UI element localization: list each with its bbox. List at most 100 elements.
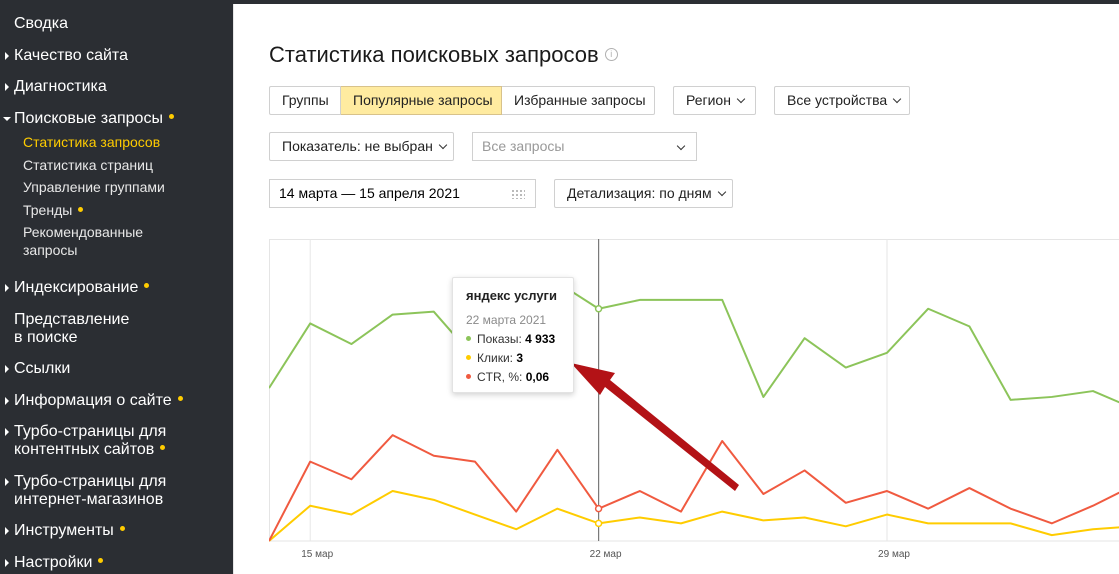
sidebar-item-label: Поисковые запросы — [14, 110, 163, 127]
notification-dot-icon — [177, 396, 183, 402]
sidebar-item-label: Статистика страниц — [23, 157, 153, 173]
notification-dot-icon — [78, 206, 84, 212]
sidebar-item-diagnostics[interactable]: Диагностика — [5, 78, 107, 96]
sidebar-item-label: в поиске — [14, 329, 78, 346]
sidebar-item-group-management[interactable]: Управление группами — [23, 178, 165, 196]
chart-svg: 15 мар 22 мар 29 мар — [269, 239, 1119, 560]
legend-dot-icon — [466, 336, 471, 342]
sidebar-item-label: Турбо-страницы для — [14, 473, 167, 490]
chevron-down-icon — [676, 141, 686, 151]
sidebar-item-turbo-shops[interactable]: Турбо-страницы для — [5, 473, 167, 491]
detail-label: Детализация: по дням — [567, 185, 712, 201]
highlight-point — [594, 519, 603, 528]
tab-label: Популярные запросы — [353, 92, 493, 108]
sidebar: Сводка Качество сайта Диагностика Поиско… — [0, 0, 233, 574]
sidebar-item-label: Представление — [14, 311, 130, 328]
region-dropdown[interactable]: Регион — [673, 86, 756, 115]
tooltip-shows-value: 4 933 — [525, 332, 556, 346]
notification-dot-icon — [119, 526, 125, 532]
tooltip-ctr-value: 0,06 — [525, 370, 550, 384]
indicator-label: Показатель: не выбран — [282, 138, 433, 154]
expand-arrow-icon — [5, 52, 9, 60]
queries-placeholder: Все запросы — [482, 138, 565, 154]
sidebar-item-label: интернет-магазинов — [14, 491, 164, 508]
highlight-point — [594, 304, 603, 313]
chevron-down-icon — [892, 94, 902, 104]
x-tick-label: 15 мар — [301, 549, 333, 560]
date-range-input[interactable]: 14 марта — 15 апреля 2021 — [269, 179, 536, 208]
expand-arrow-icon — [5, 365, 9, 373]
sidebar-item-label: Качество сайта — [14, 47, 128, 64]
sidebar-item-turbo-content[interactable]: Турбо-страницы для — [5, 423, 167, 441]
page-title-text: Статистика поисковых запросов — [269, 42, 599, 67]
x-tick-label: 29 мар — [878, 549, 910, 560]
sidebar-item-label: Индексирование — [14, 279, 139, 296]
page-title: Статистика поисковых запросов i — [269, 42, 618, 68]
sidebar-item-label: Настройки — [14, 554, 93, 571]
tab-popular-queries[interactable]: Популярные запросы — [341, 86, 502, 115]
sidebar-item-tools[interactable]: Инструменты — [5, 522, 125, 540]
tooltip-shows-label: Показы: — [477, 332, 522, 346]
tab-favorite-queries[interactable]: Избранные запросы — [502, 86, 655, 115]
tab-groups[interactable]: Группы — [269, 86, 341, 115]
sidebar-item-site-quality[interactable]: Качество сайта — [5, 47, 128, 65]
tab-label: Группы — [282, 92, 329, 108]
region-label: Регион — [686, 92, 731, 108]
sidebar-item-search-appearance[interactable]: Представление — [14, 311, 129, 329]
sidebar-item-page-stats[interactable]: Статистика страниц — [23, 156, 153, 174]
sidebar-item-recommended-line2[interactable]: запросы — [23, 241, 77, 259]
sidebar-item-label: Тренды — [23, 202, 73, 218]
tooltip-row-shows: Показы: 4 933 — [466, 332, 573, 346]
tooltip-row-clicks: Клики: 3 — [466, 351, 573, 365]
legend-dot-icon — [466, 374, 471, 380]
sidebar-item-site-info[interactable]: Информация о сайте — [5, 392, 183, 410]
calendar-icon[interactable] — [511, 189, 525, 199]
expand-arrow-icon — [5, 284, 9, 292]
expand-arrow-icon — [5, 527, 9, 535]
sidebar-item-search-queries[interactable]: Поисковые запросы — [3, 110, 174, 128]
sidebar-item-label: Диагностика — [14, 78, 107, 95]
sidebar-item-label: Инструменты — [14, 522, 114, 539]
sidebar-item-search-appearance-line2[interactable]: в поиске — [14, 329, 78, 347]
queries-select[interactable]: Все запросы — [472, 132, 697, 161]
chevron-down-icon — [438, 140, 448, 150]
chart-tooltip: яндекс услуги 22 марта 2021 Показы: 4 93… — [452, 277, 574, 393]
date-range-value: 14 марта — 15 апреля 2021 — [279, 185, 460, 201]
sidebar-item-label: Турбо-страницы для — [14, 423, 167, 440]
sidebar-item-trends[interactable]: Тренды — [23, 201, 84, 219]
collapse-arrow-icon — [3, 117, 11, 121]
detail-dropdown[interactable]: Детализация: по дням — [554, 179, 733, 208]
series-line-0 — [269, 281, 1119, 404]
sidebar-item-label: Информация о сайте — [14, 392, 172, 409]
expand-arrow-icon — [5, 559, 9, 567]
sidebar-item-label: контентных сайтов — [14, 441, 155, 458]
sidebar-item-label: Сводка — [14, 15, 69, 32]
sidebar-item-query-stats[interactable]: Статистика запросов — [23, 133, 160, 151]
tooltip-date: 22 марта 2021 — [466, 313, 547, 327]
sidebar-item-label: запросы — [23, 242, 78, 258]
tooltip-clicks-value: 3 — [516, 351, 524, 365]
sidebar-item-indexing[interactable]: Индексирование — [5, 279, 150, 297]
x-tick-label: 22 мар — [590, 549, 622, 560]
sidebar-item-label: Статистика запросов — [23, 134, 161, 150]
notification-dot-icon — [168, 114, 174, 120]
notification-dot-icon — [98, 558, 104, 564]
sidebar-item-links[interactable]: Ссылки — [5, 360, 70, 378]
devices-dropdown[interactable]: Все устройства — [774, 86, 910, 115]
devices-label: Все устройства — [787, 92, 888, 108]
notification-dot-icon — [144, 283, 150, 289]
tooltip-row-ctr: CTR, %: 0,06 — [466, 370, 573, 384]
notification-dot-icon — [160, 445, 166, 451]
sidebar-item-settings[interactable]: Настройки — [5, 554, 104, 572]
sidebar-item-summary[interactable]: Сводка — [14, 15, 68, 33]
tooltip-clicks-label: Клики: — [477, 351, 513, 365]
info-icon[interactable]: i — [604, 47, 618, 61]
chevron-down-icon — [736, 94, 746, 104]
top-bar — [233, 0, 1119, 4]
sidebar-item-turbo-shops-line2[interactable]: интернет-магазинов — [14, 491, 163, 509]
indicator-dropdown[interactable]: Показатель: не выбран — [269, 132, 454, 161]
tooltip-title: яндекс услуги — [466, 288, 557, 303]
expand-arrow-icon — [5, 83, 9, 91]
sidebar-item-recommended[interactable]: Рекомендованные — [23, 223, 143, 241]
sidebar-item-turbo-content-line2[interactable]: контентных сайтов — [14, 441, 166, 459]
